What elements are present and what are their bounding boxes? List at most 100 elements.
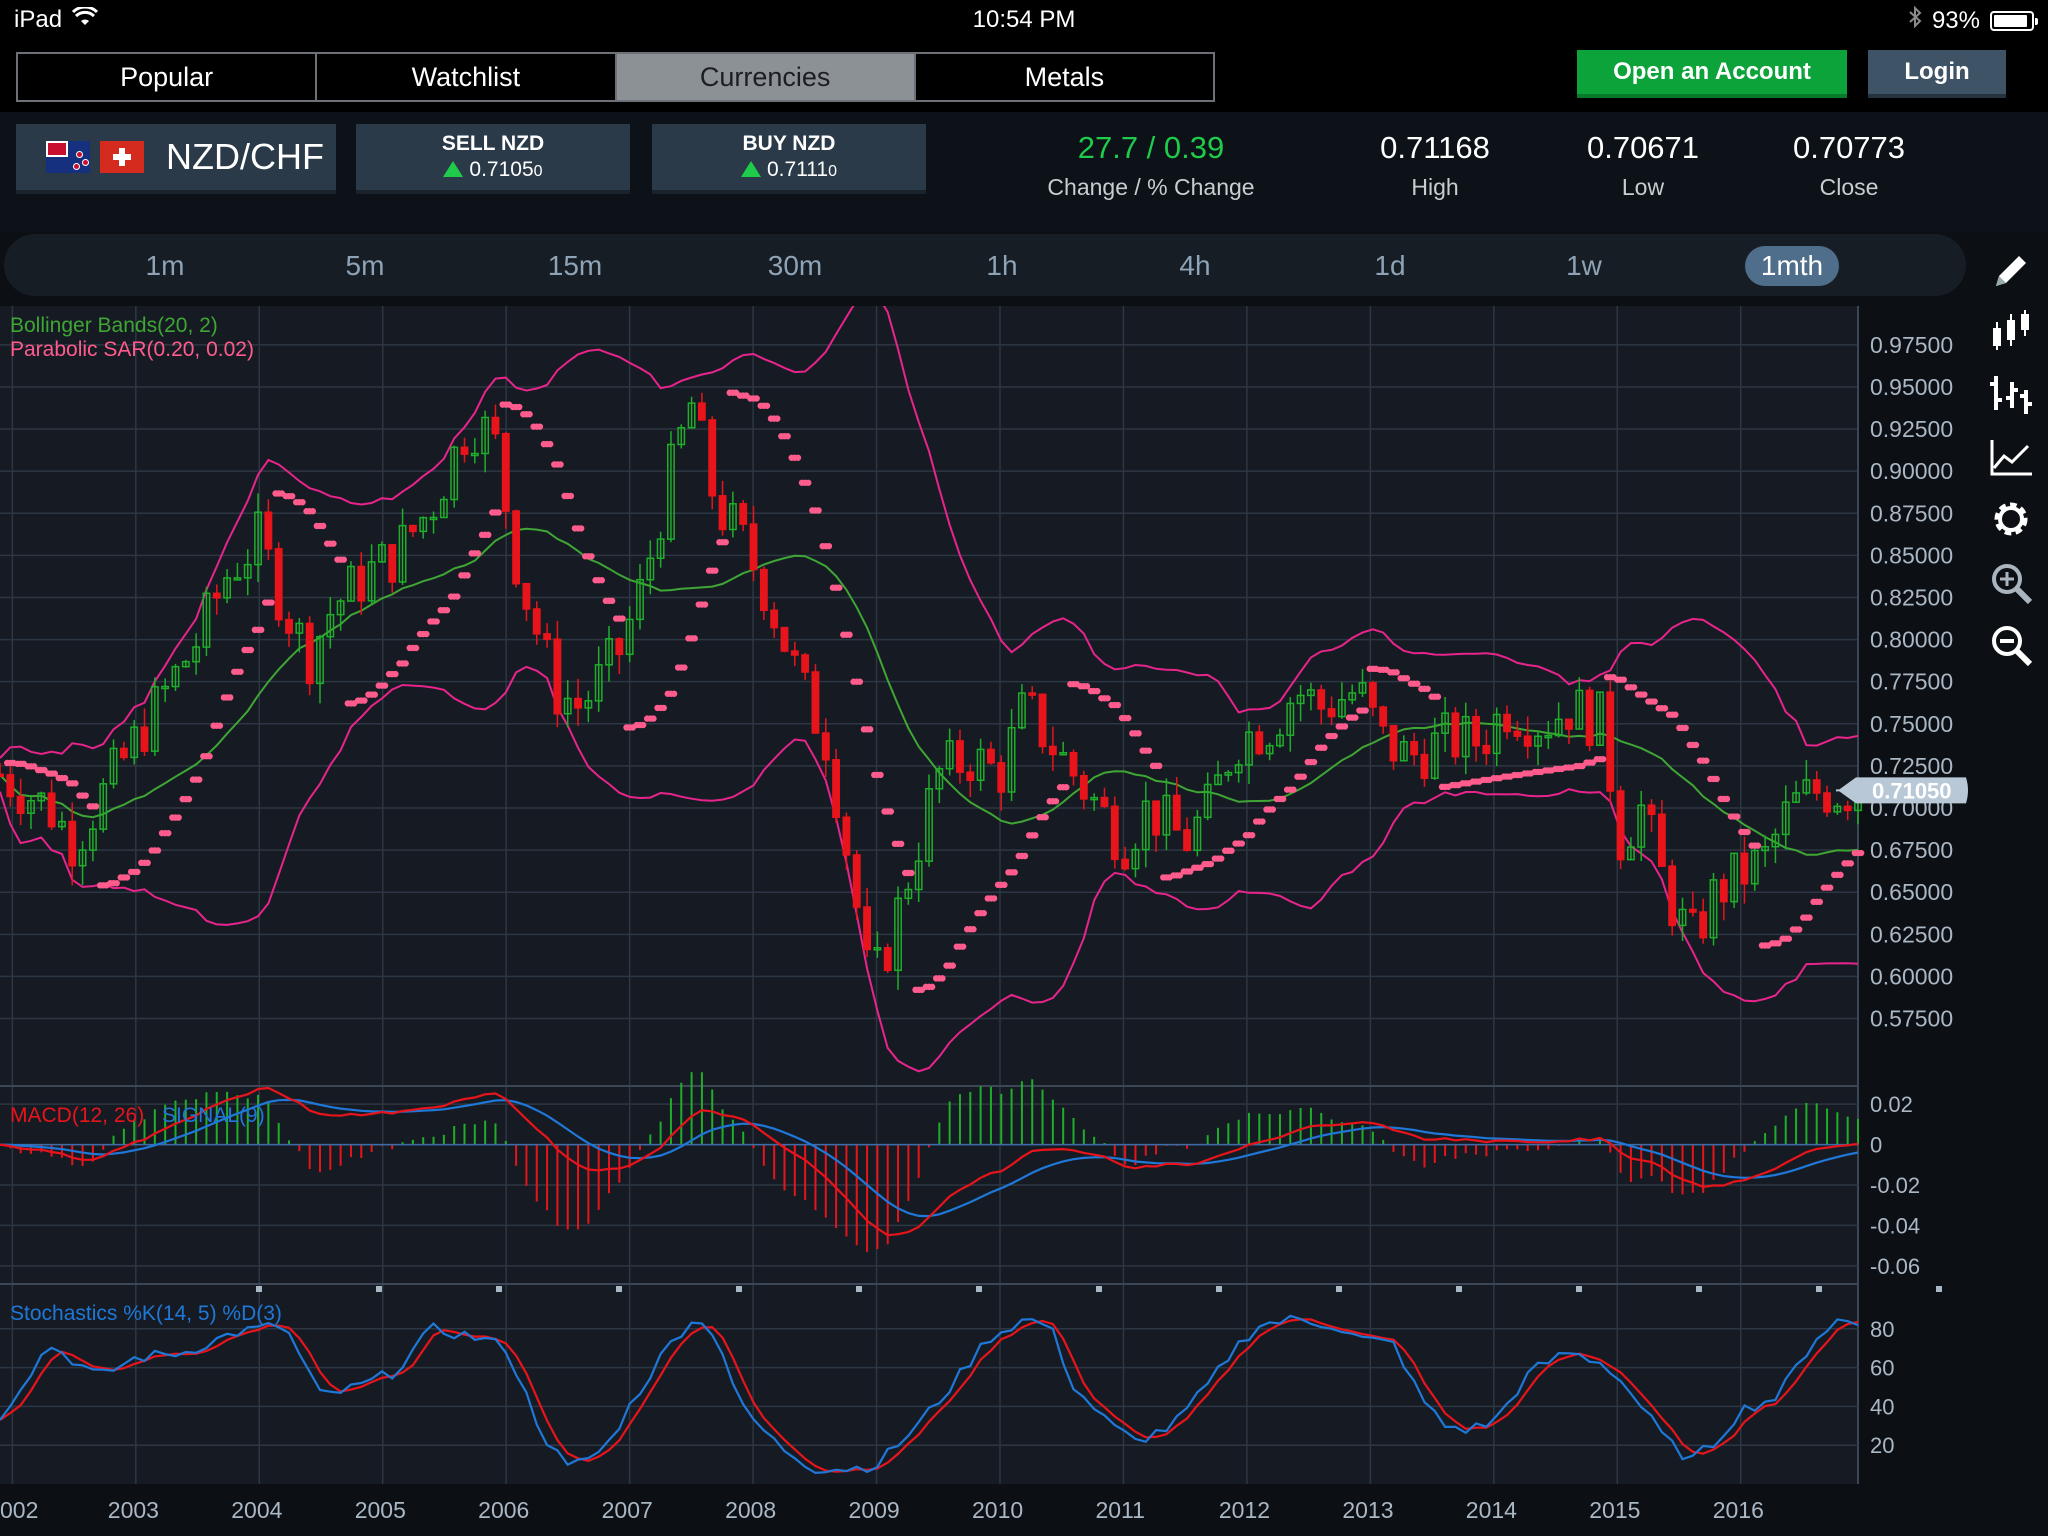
candle-body [460,446,469,455]
sar-dot [794,454,802,461]
timeframe-15m[interactable]: 15m [535,246,615,286]
sar-dot [268,599,275,606]
sar-dot [619,615,626,622]
zoom-in-icon[interactable] [1988,560,2034,606]
x-axis-label: 2003 [108,1497,159,1523]
sar-dot [908,869,915,877]
sar-dot [443,606,451,614]
candle-body [0,773,4,778]
buy-button[interactable]: BUY NZD 0.71110 [652,124,926,194]
candle-body [780,626,789,652]
candle-body [1048,745,1057,756]
sar-dot [815,507,822,514]
candle-body [883,947,892,972]
sar-dot [1021,852,1029,860]
buy-price-pip: 0 [828,163,838,180]
x-axis-label: 2004 [231,1497,282,1523]
sar-dot [681,664,688,671]
sell-button[interactable]: SELL NZD 0.71050 [356,124,630,194]
tab-popular[interactable]: Popular [18,54,318,100]
gear-icon[interactable] [1988,496,2034,542]
sar-dot [856,678,864,685]
tab-metals[interactable]: Metals [915,54,1213,100]
sar-dot [567,492,575,500]
stochastic-axis-label: 20 [1870,1433,1894,1458]
macd-axis-label: 0.02 [1870,1092,1913,1117]
sar-dot [1754,842,1762,849]
candle-body [408,524,417,533]
sar-dot [577,525,585,532]
sar-dot [392,670,399,678]
timeframe-1h[interactable]: 1h [962,246,1042,286]
candle-body [1606,691,1615,792]
change-value: 27.7 / 0.39 [1077,130,1225,165]
sar-dot [495,509,502,516]
sar-dot [547,440,554,448]
login-button[interactable]: Login [1868,50,2006,98]
price-chart[interactable]: 0.97500 0.95000 0.92500 0.90000 0.87500 0.850… [0,306,1974,1536]
panel-resize-handle [1816,1286,1822,1292]
open-account-button[interactable]: Open an Account [1577,50,1847,98]
timeframe-1w[interactable]: 1w [1544,246,1624,286]
candlestick-icon[interactable] [1988,308,2034,354]
candle-body [1740,852,1749,885]
price-axis-label: 0.62500 [1870,921,1953,947]
candle-body [140,726,149,752]
timeframe-1mth[interactable]: 1mth [1745,246,1839,286]
candle-body [501,432,510,512]
x-axis-label: 2016 [1713,1497,1764,1523]
candle-body [68,820,77,867]
signal-legend: SIGNAL(9) [162,1104,265,1127]
sar-dot [61,774,69,782]
candle-body [1317,689,1326,710]
sar-dot [949,962,956,969]
candle-body [1451,712,1460,758]
sar-dot [598,577,606,584]
candle-body [16,795,25,814]
candle-body [863,906,871,951]
tab-currencies[interactable]: Currencies [616,54,916,100]
sar-dot [970,926,977,933]
sar-dot [1156,762,1163,770]
sar-dot [185,795,193,803]
panel-resize-handle [976,1286,982,1292]
sar-dot [1847,860,1855,867]
candle-body [1513,730,1522,737]
sar-dot [1826,884,1834,891]
timeframe-30m[interactable]: 30m [755,246,835,286]
change-label: Change / % Change [1047,174,1255,200]
sar-dot [897,840,905,848]
sar-dot [691,635,698,642]
panel-resize-handle [1456,1286,1462,1292]
sar-dot [650,715,657,722]
ohlc-bars-icon[interactable] [1988,370,2034,416]
timeframe-1d[interactable]: 1d [1350,246,1430,286]
sar-dot [206,753,213,760]
line-chart-icon[interactable] [1988,434,2034,480]
pencil-icon[interactable] [1988,248,2034,294]
sar-dot [371,691,378,698]
sar-dot [361,697,368,704]
sar-dot [1228,847,1235,854]
instrument-selector[interactable]: NZD/CHF [16,124,336,194]
candle-body [790,650,799,656]
sar-dot [330,540,337,547]
sar-dot [836,584,843,591]
sar-dot [309,508,317,515]
sar-dot [1620,676,1627,683]
timeframe-1m[interactable]: 1m [125,246,205,286]
sar-dot [134,868,141,876]
sell-label: SELL NZD [441,132,545,155]
low-label: Low [1621,174,1665,200]
candle-body [1482,744,1491,755]
zoom-out-icon[interactable] [1988,622,2034,668]
candle-body [739,503,748,525]
candle-body [1079,775,1088,800]
candle-body [718,495,727,531]
x-axis-label: 2009 [849,1497,900,1523]
candle-body [749,523,758,571]
candle-body [1100,796,1109,808]
tab-watchlist[interactable]: Watchlist [317,54,617,100]
timeframe-4h[interactable]: 4h [1155,246,1235,286]
timeframe-5m[interactable]: 5m [325,246,405,286]
